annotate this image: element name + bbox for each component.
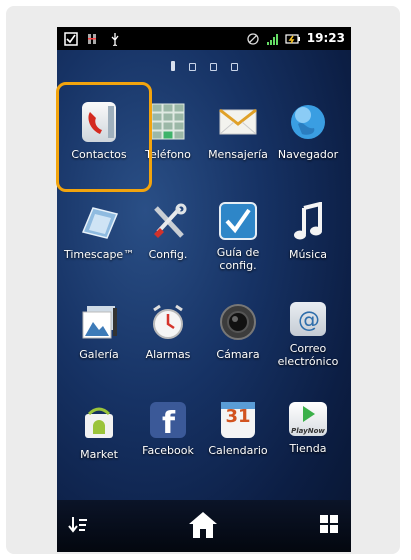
svg-text:f: f	[162, 406, 176, 438]
timescape-icon	[79, 202, 119, 242]
alarm-clock-icon	[148, 302, 188, 342]
app-label: Mensajería	[208, 148, 268, 161]
camera-icon	[218, 302, 258, 342]
app-label: Correo electrónico	[277, 342, 339, 368]
app-calendario[interactable]: 31 Calendario	[203, 402, 273, 457]
page-dot	[188, 63, 196, 71]
setup-guide-checkbox-icon	[219, 202, 257, 240]
usb-icon	[107, 31, 123, 47]
app-guia-config[interactable]: Guía de config.	[203, 202, 273, 272]
facebook-icon: f	[150, 402, 186, 441]
calendar-day: 31	[225, 406, 251, 427]
playnow-text: PlayNow	[291, 427, 325, 435]
app-galeria[interactable]: Galería	[64, 302, 134, 361]
app-label: Música	[288, 248, 328, 261]
app-musica[interactable]: Música	[273, 201, 343, 261]
app-label: Navegador	[277, 148, 339, 161]
messaging-envelope-icon	[218, 102, 258, 142]
app-label: Cámara	[216, 348, 260, 361]
app-mensajeria[interactable]: Mensajería	[203, 102, 273, 161]
app-camara[interactable]: Cámara	[203, 302, 273, 361]
app-config[interactable]: Config.	[133, 202, 203, 261]
vibrate-silent-icon	[245, 31, 261, 47]
playnow-store-icon: PlayNow	[289, 402, 327, 436]
page-dot-active	[170, 61, 175, 71]
page-dot	[230, 63, 238, 71]
signal-strength-icon	[265, 31, 281, 47]
battery-charging-icon	[285, 31, 301, 47]
app-label: Market	[80, 448, 118, 461]
app-label: Guía de config.	[216, 246, 260, 272]
browser-globe-icon	[288, 102, 328, 142]
home-icon[interactable]	[187, 510, 219, 544]
app-facebook[interactable]: f Facebook	[133, 402, 203, 457]
page-indicator	[57, 61, 351, 71]
android-market-icon	[79, 402, 119, 442]
app-label: Config.	[148, 248, 188, 261]
app-grid-icon[interactable]	[319, 514, 339, 538]
phone-dialer-icon	[148, 102, 188, 142]
app-tienda[interactable]: PlayNow Tienda	[273, 402, 343, 455]
page-dot	[209, 63, 217, 71]
app-correo[interactable]: @ Correo electrónico	[273, 302, 343, 368]
app-label: Timescape™	[64, 248, 135, 261]
app-alarmas[interactable]: Alarmas	[133, 302, 203, 361]
app-label: Calendario	[208, 444, 268, 457]
calendar-icon: 31	[221, 402, 255, 438]
gallery-icon	[79, 302, 119, 342]
app-label: Galería	[79, 348, 119, 361]
app-label: Alarmas	[145, 348, 191, 361]
app-market[interactable]: Market	[64, 402, 134, 461]
app-navegador[interactable]: Navegador	[273, 102, 343, 161]
svg-text:@: @	[298, 308, 320, 333]
app-label: Tienda	[289, 442, 327, 455]
app-timescape[interactable]: Timescape™	[64, 202, 134, 261]
data-traffic-icon	[85, 31, 101, 47]
status-bar: 19:23	[57, 27, 351, 50]
app-label: Facebook	[142, 444, 194, 457]
music-note-icon	[288, 201, 328, 242]
dock-bar	[57, 500, 351, 552]
status-clock: 19:23	[306, 31, 345, 45]
email-at-icon: @	[290, 302, 326, 336]
checkbox-notification-icon	[63, 31, 79, 47]
selection-highlight	[56, 82, 152, 192]
sort-list-icon[interactable]	[67, 514, 89, 540]
settings-tools-icon	[148, 202, 188, 242]
